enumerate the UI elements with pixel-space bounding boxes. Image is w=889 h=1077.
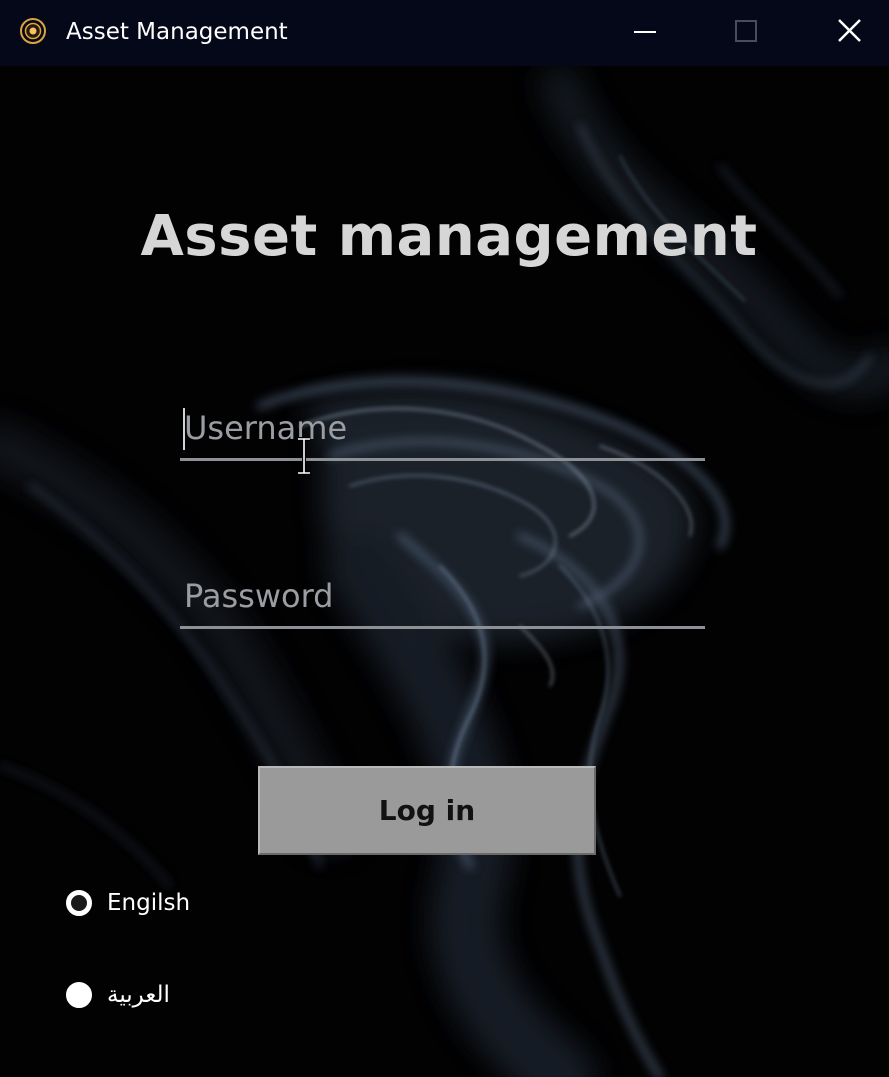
maximize-button	[696, 0, 796, 66]
title-bar[interactable]: Asset Management	[0, 0, 889, 66]
close-icon	[838, 19, 861, 42]
radio-selected-icon[interactable]	[66, 890, 92, 916]
radio-unselected-icon[interactable]	[66, 982, 92, 1008]
close-button[interactable]	[797, 0, 889, 66]
minimize-button[interactable]	[594, 0, 694, 66]
window-title: Asset Management	[66, 19, 288, 45]
coin-icon	[19, 17, 47, 45]
maximize-icon	[735, 20, 757, 42]
minimize-icon	[634, 31, 656, 33]
text-caret	[183, 408, 185, 450]
page-title: Asset management	[140, 204, 758, 269]
login-button[interactable]: Log in	[258, 766, 596, 855]
password-input[interactable]	[180, 566, 705, 629]
language-label-arabic[interactable]: العربية	[107, 978, 170, 1012]
ibeam-cursor-icon	[294, 437, 314, 475]
login-panel: Asset management Log in Engilsh العربية	[0, 66, 889, 1077]
language-label-english[interactable]: Engilsh	[107, 886, 190, 920]
username-input[interactable]	[180, 398, 705, 461]
login-window: Asset Management Asset management Userna…	[0, 0, 889, 1077]
